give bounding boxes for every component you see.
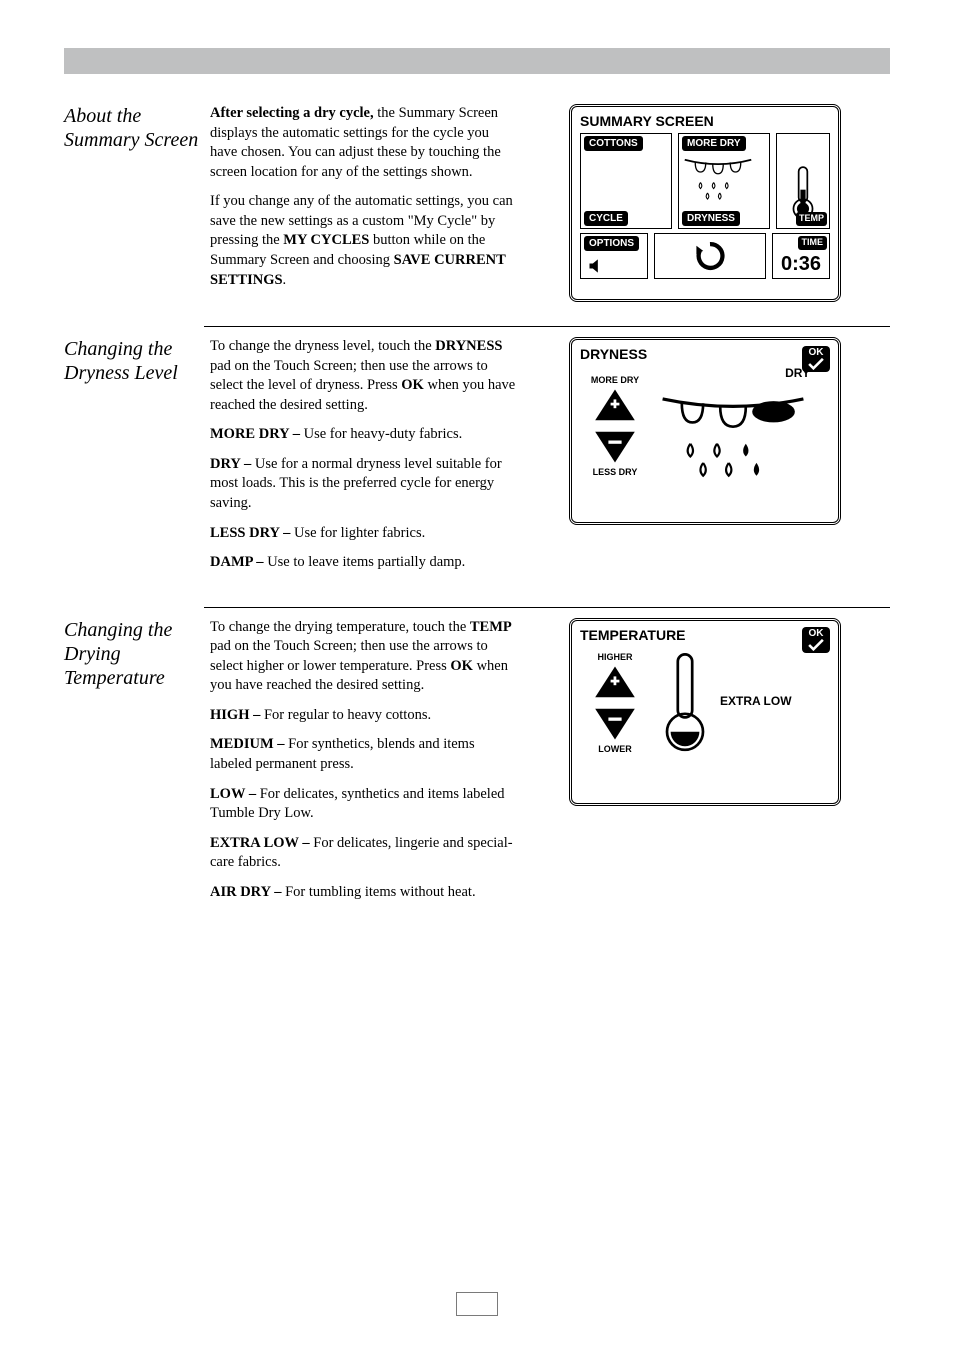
summary-p1-lead: After selecting a dry cycle,: [210, 105, 374, 121]
dryness-pill: DRYNESS: [682, 211, 740, 226]
arrow-up-icon[interactable]: [593, 387, 637, 425]
header-bar: [64, 48, 890, 74]
thermometer-large-icon: [658, 647, 712, 759]
summary-temp-box[interactable]: TEMP: [776, 133, 830, 229]
temperature-screen-panel: TEMPERATURE OK HIGHER: [569, 618, 841, 806]
higher-label: HIGHER: [597, 652, 632, 662]
summary-cycle-box[interactable]: COTTONS CYCLE: [580, 133, 672, 229]
summary-options-box[interactable]: OPTIONS: [580, 233, 648, 279]
less-dry-desc: LESS DRY – Use for lighter fabrics.: [210, 524, 520, 544]
cycle-pill: CYCLE: [584, 211, 628, 226]
extra-low-desc: EXTRA LOW – For delicates, lingerie and …: [210, 834, 520, 873]
speaker-icon: [587, 256, 607, 276]
clothesline-icon: [683, 152, 753, 206]
divider: [204, 326, 890, 327]
ok-button[interactable]: OK: [802, 346, 830, 372]
check-icon: [807, 639, 825, 651]
temperature-value: EXTRA LOW: [720, 694, 792, 708]
summary-dryness-box[interactable]: MORE DRY: [678, 133, 770, 229]
temp-pill: TEMP: [796, 212, 827, 226]
section-title: Changing the Drying Temperature: [64, 618, 210, 913]
low-desc: LOW – For delicates, synthetics and item…: [210, 785, 520, 824]
arrow-down-icon[interactable]: [593, 427, 637, 465]
dryness-screen-panel: DRYNESS OK MORE DRY: [569, 337, 841, 525]
damp-desc: DAMP – Use to leave items partially damp…: [210, 553, 520, 573]
summary-p1: After selecting a dry cycle, the Summary…: [210, 104, 520, 182]
section-temperature: Changing the Drying Temperature To chang…: [64, 618, 890, 913]
cottons-pill: COTTONS: [584, 136, 643, 151]
medium-desc: MEDIUM – For synthetics, blends and item…: [210, 735, 520, 774]
time-value: 0:36: [773, 250, 829, 278]
section-title: Changing the Dryness Level: [64, 337, 210, 583]
time-pill: TIME: [798, 236, 828, 250]
section-summary: About the Summary Screen After selecting…: [64, 104, 890, 302]
options-pill: OPTIONS: [584, 236, 639, 251]
summary-screen-panel: SUMMARY SCREEN COTTONS CYCLE MORE DRY: [569, 104, 841, 302]
dryness-p1: To change the dryness level, touch the D…: [210, 337, 520, 415]
less-dry-label: LESS DRY: [593, 467, 638, 477]
ok-button[interactable]: OK: [802, 627, 830, 653]
more-dry-pill: MORE DRY: [682, 136, 746, 151]
section-title: About the Summary Screen: [64, 104, 210, 302]
high-desc: HIGH – For regular to heavy cottons.: [210, 706, 520, 726]
summary-p2: If you change any of the automatic setti…: [210, 192, 520, 290]
air-dry-desc: AIR DRY – For tumbling items without hea…: [210, 883, 520, 903]
rotate-icon: [693, 239, 727, 273]
panel-title: TEMPERATURE: [580, 627, 830, 643]
section-dryness: Changing the Dryness Level To change the…: [64, 337, 890, 583]
clothesline-large-icon: [658, 384, 808, 480]
panel-title: SUMMARY SCREEN: [580, 113, 830, 129]
arrow-down-icon[interactable]: [593, 704, 637, 742]
more-dry-label: MORE DRY: [591, 375, 639, 385]
summary-time-box[interactable]: TIME 0:36: [772, 233, 830, 279]
lower-label: LOWER: [598, 744, 632, 754]
panel-title: DRYNESS: [580, 346, 830, 362]
divider: [204, 607, 890, 608]
page-number-box: [456, 1292, 498, 1316]
more-dry-desc: MORE DRY – Use for heavy-duty fabrics.: [210, 425, 520, 445]
dryness-value: DRY: [658, 366, 810, 380]
arrow-up-icon[interactable]: [593, 664, 637, 702]
temp-p1: To change the drying temperature, touch …: [210, 618, 520, 696]
check-icon: [807, 358, 825, 370]
dry-desc: DRY – Use for a normal dryness level sui…: [210, 455, 520, 514]
summary-rotate-box[interactable]: [654, 233, 766, 279]
